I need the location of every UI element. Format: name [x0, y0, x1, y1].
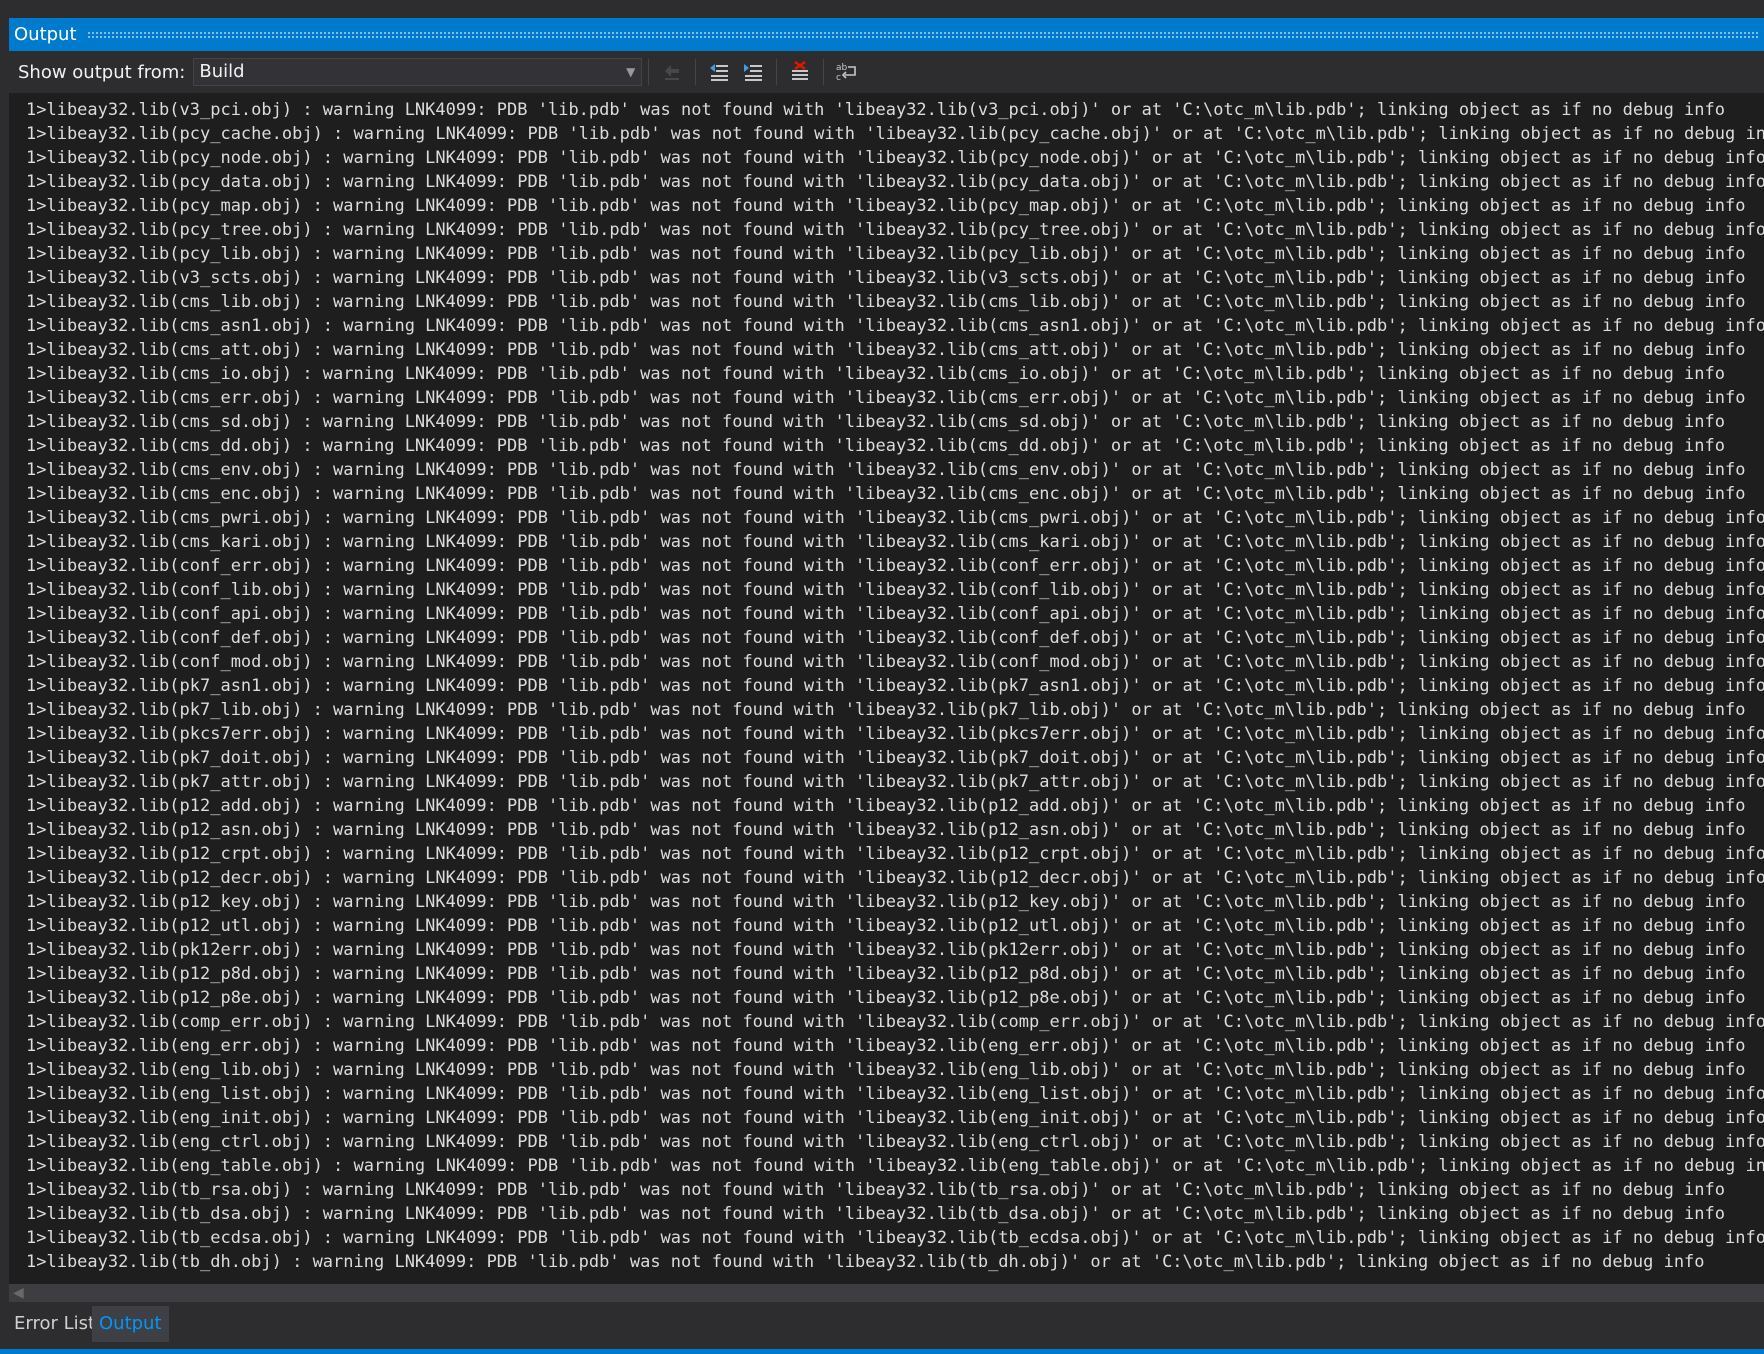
go-to-message-button[interactable] — [657, 57, 687, 87]
output-line: 1>libeay32.lib(conf_mod.obj) : warning L… — [26, 652, 1764, 672]
clear-all-icon — [792, 61, 809, 80]
output-line: 1>libeay32.lib(tb_rsa.obj) : warning LNK… — [26, 1180, 1725, 1200]
output-line: 1>libeay32.lib(cms_io.obj) : warning LNK… — [26, 364, 1725, 384]
output-line: 1>libeay32.lib(p12_add.obj) : warning LN… — [26, 796, 1746, 816]
toolbar-separator — [648, 59, 650, 85]
output-line: 1>libeay32.lib(cms_kari.obj) : warning L… — [26, 532, 1764, 552]
output-line: 1>libeay32.lib(pk7_lib.obj) : warning LN… — [26, 700, 1746, 720]
output-line: 1>libeay32.lib(conf_lib.obj) : warning L… — [26, 580, 1764, 600]
output-line: 1>libeay32.lib(eng_err.obj) : warning LN… — [26, 1036, 1746, 1056]
toolbar-separator — [695, 59, 697, 85]
output-line: 1>libeay32.lib(pkcs7err.obj) : warning L… — [26, 724, 1764, 744]
output-line: 1>libeay32.lib(tb_dh.obj) : warning LNK4… — [26, 1252, 1705, 1272]
output-line: 1>libeay32.lib(cms_env.obj) : warning LN… — [26, 460, 1746, 480]
output-line: 1>libeay32.lib(p12_utl.obj) : warning LN… — [26, 916, 1746, 936]
toolbar-separator — [823, 59, 825, 85]
output-lines: 1>libeay32.lib(v3_pci.obj) : warning LNK… — [26, 98, 1764, 1274]
output-line: 1>libeay32.lib(eng_init.obj) : warning L… — [26, 1108, 1764, 1128]
output-line: 1>libeay32.lib(pcy_cache.obj) : warning … — [26, 124, 1764, 144]
output-line: 1>libeay32.lib(pcy_data.obj) : warning L… — [26, 172, 1764, 192]
output-line: 1>libeay32.lib(cms_pwri.obj) : warning L… — [26, 508, 1764, 528]
word-wrap-button[interactable]: ab c — [832, 57, 862, 87]
output-text-area[interactable]: 1>libeay32.lib(v3_pci.obj) : warning LNK… — [9, 93, 1764, 1284]
output-line: 1>libeay32.lib(p12_key.obj) : warning LN… — [26, 892, 1746, 912]
output-line: 1>libeay32.lib(pcy_lib.obj) : warning LN… — [26, 244, 1746, 264]
output-line: 1>libeay32.lib(tb_ecdsa.obj) : warning L… — [26, 1228, 1764, 1248]
output-line: 1>libeay32.lib(eng_table.obj) : warning … — [26, 1156, 1764, 1176]
output-line: 1>libeay32.lib(pcy_tree.obj) : warning L… — [26, 220, 1764, 240]
output-line: 1>libeay32.lib(pk7_asn1.obj) : warning L… — [26, 676, 1764, 696]
output-line: 1>libeay32.lib(cms_asn1.obj) : warning L… — [26, 316, 1764, 336]
output-line: 1>libeay32.lib(pcy_map.obj) : warning LN… — [26, 196, 1746, 216]
clear-all-button[interactable] — [785, 57, 815, 87]
output-line: 1>libeay32.lib(eng_lib.obj) : warning LN… — [26, 1060, 1746, 1080]
panel-title: Output — [14, 24, 77, 45]
status-bar — [0, 1349, 1764, 1354]
previous-message-icon — [710, 64, 729, 81]
window-top-strip — [0, 0, 1764, 18]
svg-text:c: c — [836, 73, 841, 83]
scroll-left-icon[interactable]: ◀ — [13, 1285, 24, 1301]
previous-message-button[interactable] — [704, 57, 734, 87]
output-line: 1>libeay32.lib(p12_asn.obj) : warning LN… — [26, 820, 1746, 840]
output-line: 1>libeay32.lib(v3_pci.obj) : warning LNK… — [26, 100, 1725, 120]
svg-text:ab: ab — [836, 63, 848, 73]
show-output-label: Show output from: — [18, 61, 186, 83]
word-wrap-icon: ab c — [836, 63, 857, 83]
output-line: 1>libeay32.lib(p12_decr.obj) : warning L… — [26, 868, 1764, 888]
tab-error-list[interactable]: Error List — [7, 1306, 102, 1342]
panel-drag-grip[interactable] — [86, 30, 1760, 39]
output-line: 1>libeay32.lib(pk12err.obj) : warning LN… — [26, 940, 1746, 960]
output-source-value: Build — [199, 61, 245, 82]
output-line: 1>libeay32.lib(tb_dsa.obj) : warning LNK… — [26, 1204, 1725, 1224]
output-line: 1>libeay32.lib(pk7_attr.obj) : warning L… — [26, 772, 1764, 792]
output-line: 1>libeay32.lib(comp_err.obj) : warning L… — [26, 1012, 1764, 1032]
output-line: 1>libeay32.lib(v3_scts.obj) : warning LN… — [26, 268, 1746, 288]
output-toolbar: Show output from: Build ▼ ab c — [9, 51, 1764, 93]
go-to-message-icon — [665, 65, 680, 80]
output-line: 1>libeay32.lib(cms_att.obj) : warning LN… — [26, 340, 1746, 360]
toolbar-separator — [776, 59, 778, 85]
output-line: 1>libeay32.lib(cms_err.obj) : warning LN… — [26, 388, 1746, 408]
output-line: 1>libeay32.lib(p12_p8e.obj) : warning LN… — [26, 988, 1746, 1008]
horizontal-scrollbar[interactable]: ◀ — [9, 1284, 1764, 1302]
output-line: 1>libeay32.lib(p12_p8d.obj) : warning LN… — [26, 964, 1746, 984]
output-panel-titlebar[interactable]: Output — [9, 18, 1764, 51]
output-line: 1>libeay32.lib(eng_ctrl.obj) : warning L… — [26, 1132, 1764, 1152]
output-line: 1>libeay32.lib(cms_sd.obj) : warning LNK… — [26, 412, 1725, 432]
panel-tab-strip: Error List Output — [0, 1302, 1764, 1349]
output-line: 1>libeay32.lib(cms_dd.obj) : warning LNK… — [26, 436, 1725, 456]
output-line: 1>libeay32.lib(eng_list.obj) : warning L… — [26, 1084, 1764, 1104]
output-line: 1>libeay32.lib(cms_lib.obj) : warning LN… — [26, 292, 1746, 312]
output-line: 1>libeay32.lib(pk7_doit.obj) : warning L… — [26, 748, 1764, 768]
output-line: 1>libeay32.lib(pcy_node.obj) : warning L… — [26, 148, 1764, 168]
output-line: 1>libeay32.lib(conf_err.obj) : warning L… — [26, 556, 1764, 576]
tab-output[interactable]: Output — [92, 1306, 169, 1342]
output-source-dropdown[interactable]: Build ▼ — [193, 58, 643, 86]
output-line: 1>libeay32.lib(p12_crpt.obj) : warning L… — [26, 844, 1764, 864]
next-message-button[interactable] — [738, 57, 768, 87]
output-line: 1>libeay32.lib(conf_def.obj) : warning L… — [26, 628, 1764, 648]
output-line: 1>libeay32.lib(conf_api.obj) : warning L… — [26, 604, 1764, 624]
next-message-icon — [744, 64, 763, 81]
chevron-down-icon: ▼ — [626, 65, 636, 79]
output-line: 1>libeay32.lib(cms_enc.obj) : warning LN… — [26, 484, 1746, 504]
